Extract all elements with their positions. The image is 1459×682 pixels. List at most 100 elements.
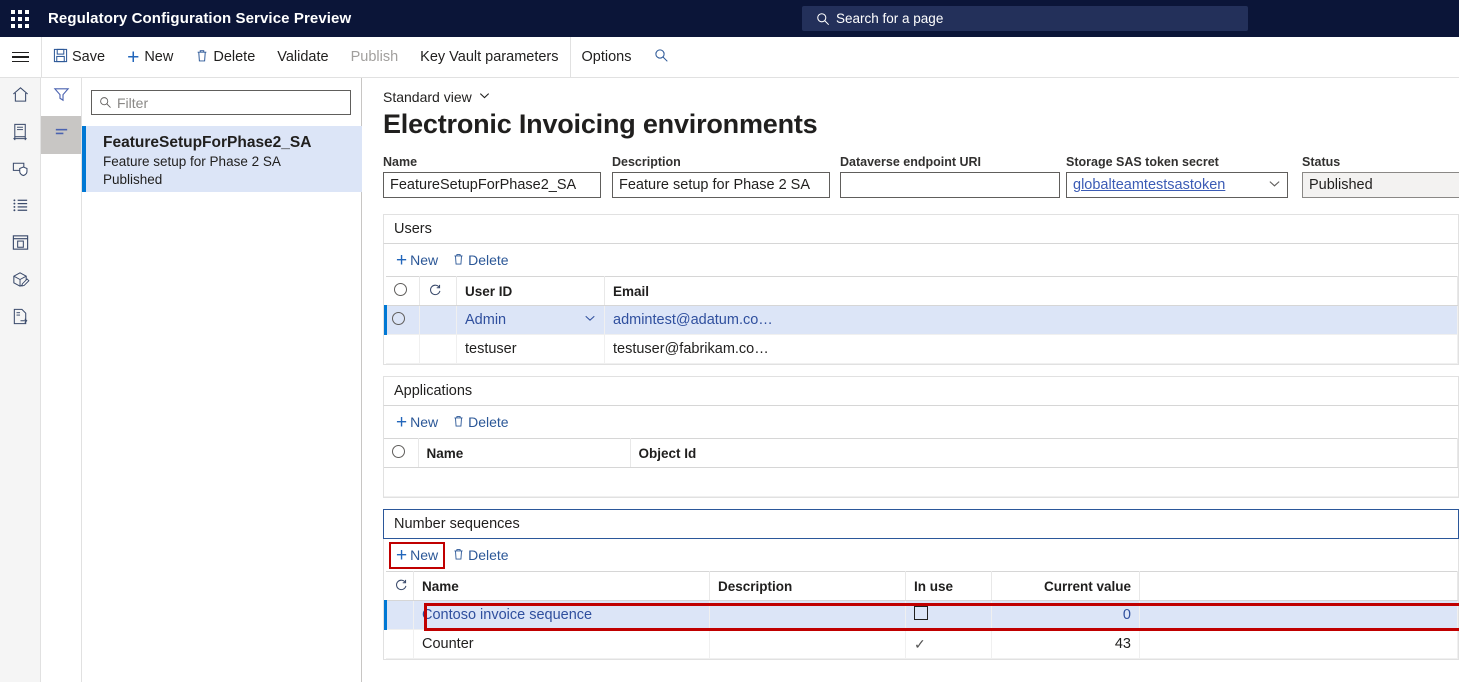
- refresh-icon[interactable]: [394, 578, 408, 592]
- users-row-spacer: [419, 305, 457, 335]
- list-panel-tabs: [41, 78, 82, 682]
- save-button[interactable]: Save: [42, 37, 116, 78]
- trash-icon: [452, 414, 465, 431]
- app-launcher-icon[interactable]: [0, 0, 40, 37]
- delete-button[interactable]: Delete: [184, 37, 266, 78]
- section-number-sequences-title: Number sequences: [394, 516, 520, 532]
- plus-icon: +: [396, 411, 408, 433]
- nav-item-list[interactable]: [0, 189, 41, 226]
- new-label: New: [144, 49, 174, 65]
- validate-button[interactable]: Validate: [266, 37, 339, 78]
- refresh-icon[interactable]: [428, 283, 442, 297]
- radio-icon[interactable]: [392, 445, 405, 458]
- radio-icon[interactable]: [393, 283, 407, 296]
- number-sequences-column-name[interactable]: Name: [413, 571, 710, 601]
- field-name-input[interactable]: FeatureSetupForPhase2_SA: [383, 172, 601, 198]
- document-export-icon: [11, 307, 30, 331]
- number-sequences-column-current-value[interactable]: Current value: [991, 571, 1140, 601]
- nav-item-data-exchange[interactable]: [0, 115, 41, 152]
- users-column-email[interactable]: Email: [604, 276, 1458, 306]
- section-number-sequences-header[interactable]: Number sequences: [383, 509, 1459, 539]
- number-sequences-row-description[interactable]: [709, 629, 906, 659]
- number-sequences-row-spacer: [1139, 600, 1458, 630]
- tab-list-view[interactable]: [41, 116, 81, 154]
- number-sequences-row-name[interactable]: Counter: [413, 629, 710, 659]
- users-new-button[interactable]: + New: [390, 248, 444, 273]
- radio-icon[interactable]: [392, 311, 405, 325]
- users-grid: User ID Email Admin admintest@adatum.co……: [384, 276, 1458, 364]
- number-sequences-delete-button[interactable]: Delete: [446, 544, 514, 567]
- key-vault-parameters-button[interactable]: Key Vault parameters: [409, 37, 569, 78]
- filter-input[interactable]: [117, 94, 332, 111]
- number-sequences-column-in-use[interactable]: In use: [905, 571, 992, 601]
- users-new-label: New: [410, 252, 439, 268]
- key-vault-parameters-label: Key Vault parameters: [420, 49, 559, 65]
- users-row-user-id[interactable]: testuser: [456, 334, 605, 364]
- field-status-value: Published: [1302, 172, 1459, 198]
- table-row[interactable]: Admin admintest@adatum.co…: [384, 305, 1458, 335]
- nav-item-export[interactable]: [0, 300, 41, 337]
- list-item[interactable]: FeatureSetupForPhase2_SA Feature setup f…: [82, 126, 362, 192]
- bullet-list-icon: [11, 196, 30, 220]
- number-sequences-row-in-use[interactable]: [905, 600, 992, 630]
- number-sequences-row-current-value[interactable]: 43: [991, 629, 1140, 659]
- new-button[interactable]: + New: [116, 37, 184, 78]
- page-title: Electronic Invoicing environments: [383, 109, 818, 139]
- options-label: Options: [581, 49, 632, 65]
- number-sequences-row-name[interactable]: Contoso invoice sequence: [413, 600, 710, 630]
- view-selector[interactable]: Standard view: [383, 89, 491, 105]
- users-row-user-id[interactable]: Admin: [456, 305, 605, 335]
- users-row-select[interactable]: [385, 334, 420, 364]
- field-storage-sas-token-secret-label: Storage SAS token secret: [1066, 155, 1219, 169]
- tab-filter[interactable]: [41, 78, 81, 116]
- filter-input-wrapper[interactable]: [91, 90, 351, 115]
- chevron-down-icon[interactable]: [584, 312, 596, 328]
- applications-delete-button[interactable]: Delete: [446, 411, 514, 434]
- field-storage-sas-token-secret-value: globalteamtestsastoken: [1073, 177, 1226, 193]
- checkmark-icon: ✓: [914, 635, 926, 652]
- applications-new-label: New: [410, 414, 439, 430]
- field-description: Description Feature setup for Phase 2 SA: [612, 155, 832, 198]
- section-users-header[interactable]: Users: [383, 214, 1459, 244]
- field-dataverse-endpoint-uri-input[interactable]: [840, 172, 1060, 198]
- table-row[interactable]: Counter ✓ 43: [385, 629, 1458, 659]
- nav-item-home[interactable]: [0, 78, 41, 115]
- users-column-user-id[interactable]: User ID: [456, 276, 605, 306]
- applications-new-button[interactable]: + New: [390, 410, 444, 435]
- global-search-box[interactable]: Search for a page: [802, 6, 1248, 31]
- nav-item-security[interactable]: [0, 152, 41, 189]
- number-sequences-column-description[interactable]: Description: [709, 571, 906, 601]
- applications-column-name[interactable]: Name: [418, 438, 631, 468]
- users-row-email[interactable]: testuser@fabrikam.co…: [604, 334, 1458, 364]
- section-applications-header[interactable]: Applications: [383, 376, 1459, 406]
- applications-empty-row: [384, 467, 1458, 497]
- field-description-input[interactable]: Feature setup for Phase 2 SA: [612, 172, 830, 198]
- table-row[interactable]: testuser testuser@fabrikam.co…: [385, 334, 1458, 364]
- applications-select-all-header[interactable]: [384, 438, 419, 468]
- number-sequences-refresh-header[interactable]: [385, 571, 414, 601]
- window-document-icon: [11, 233, 30, 257]
- users-refresh-header[interactable]: [419, 276, 457, 306]
- hamburger-icon[interactable]: [0, 37, 41, 78]
- users-delete-label: Delete: [468, 252, 509, 268]
- checkbox-unchecked-icon[interactable]: [914, 606, 928, 620]
- users-row-email[interactable]: admintest@adatum.co…: [604, 305, 1458, 335]
- users-select-all-header[interactable]: [385, 276, 420, 306]
- number-sequences-row-in-use[interactable]: ✓: [905, 629, 992, 659]
- table-row[interactable]: Contoso invoice sequence 0: [384, 600, 1458, 630]
- nav-item-reports[interactable]: [0, 226, 41, 263]
- applications-column-object-id[interactable]: Object Id: [630, 438, 1458, 468]
- number-sequences-row-current-value[interactable]: 0: [991, 600, 1140, 630]
- field-storage-sas-token-secret-combo[interactable]: globalteamtestsastoken: [1066, 172, 1288, 198]
- command-search-button[interactable]: [643, 37, 680, 78]
- users-row-select[interactable]: [384, 305, 420, 335]
- lines-icon: [53, 124, 70, 146]
- users-delete-button[interactable]: Delete: [446, 249, 514, 272]
- nav-item-package[interactable]: [0, 263, 41, 300]
- number-sequences-new-button[interactable]: + New: [388, 541, 446, 569]
- chevron-down-icon[interactable]: [1268, 177, 1281, 194]
- home-icon: [11, 85, 30, 109]
- number-sequences-row-description[interactable]: [709, 600, 906, 630]
- package-edit-icon: [11, 270, 30, 294]
- options-button[interactable]: Options: [571, 37, 643, 78]
